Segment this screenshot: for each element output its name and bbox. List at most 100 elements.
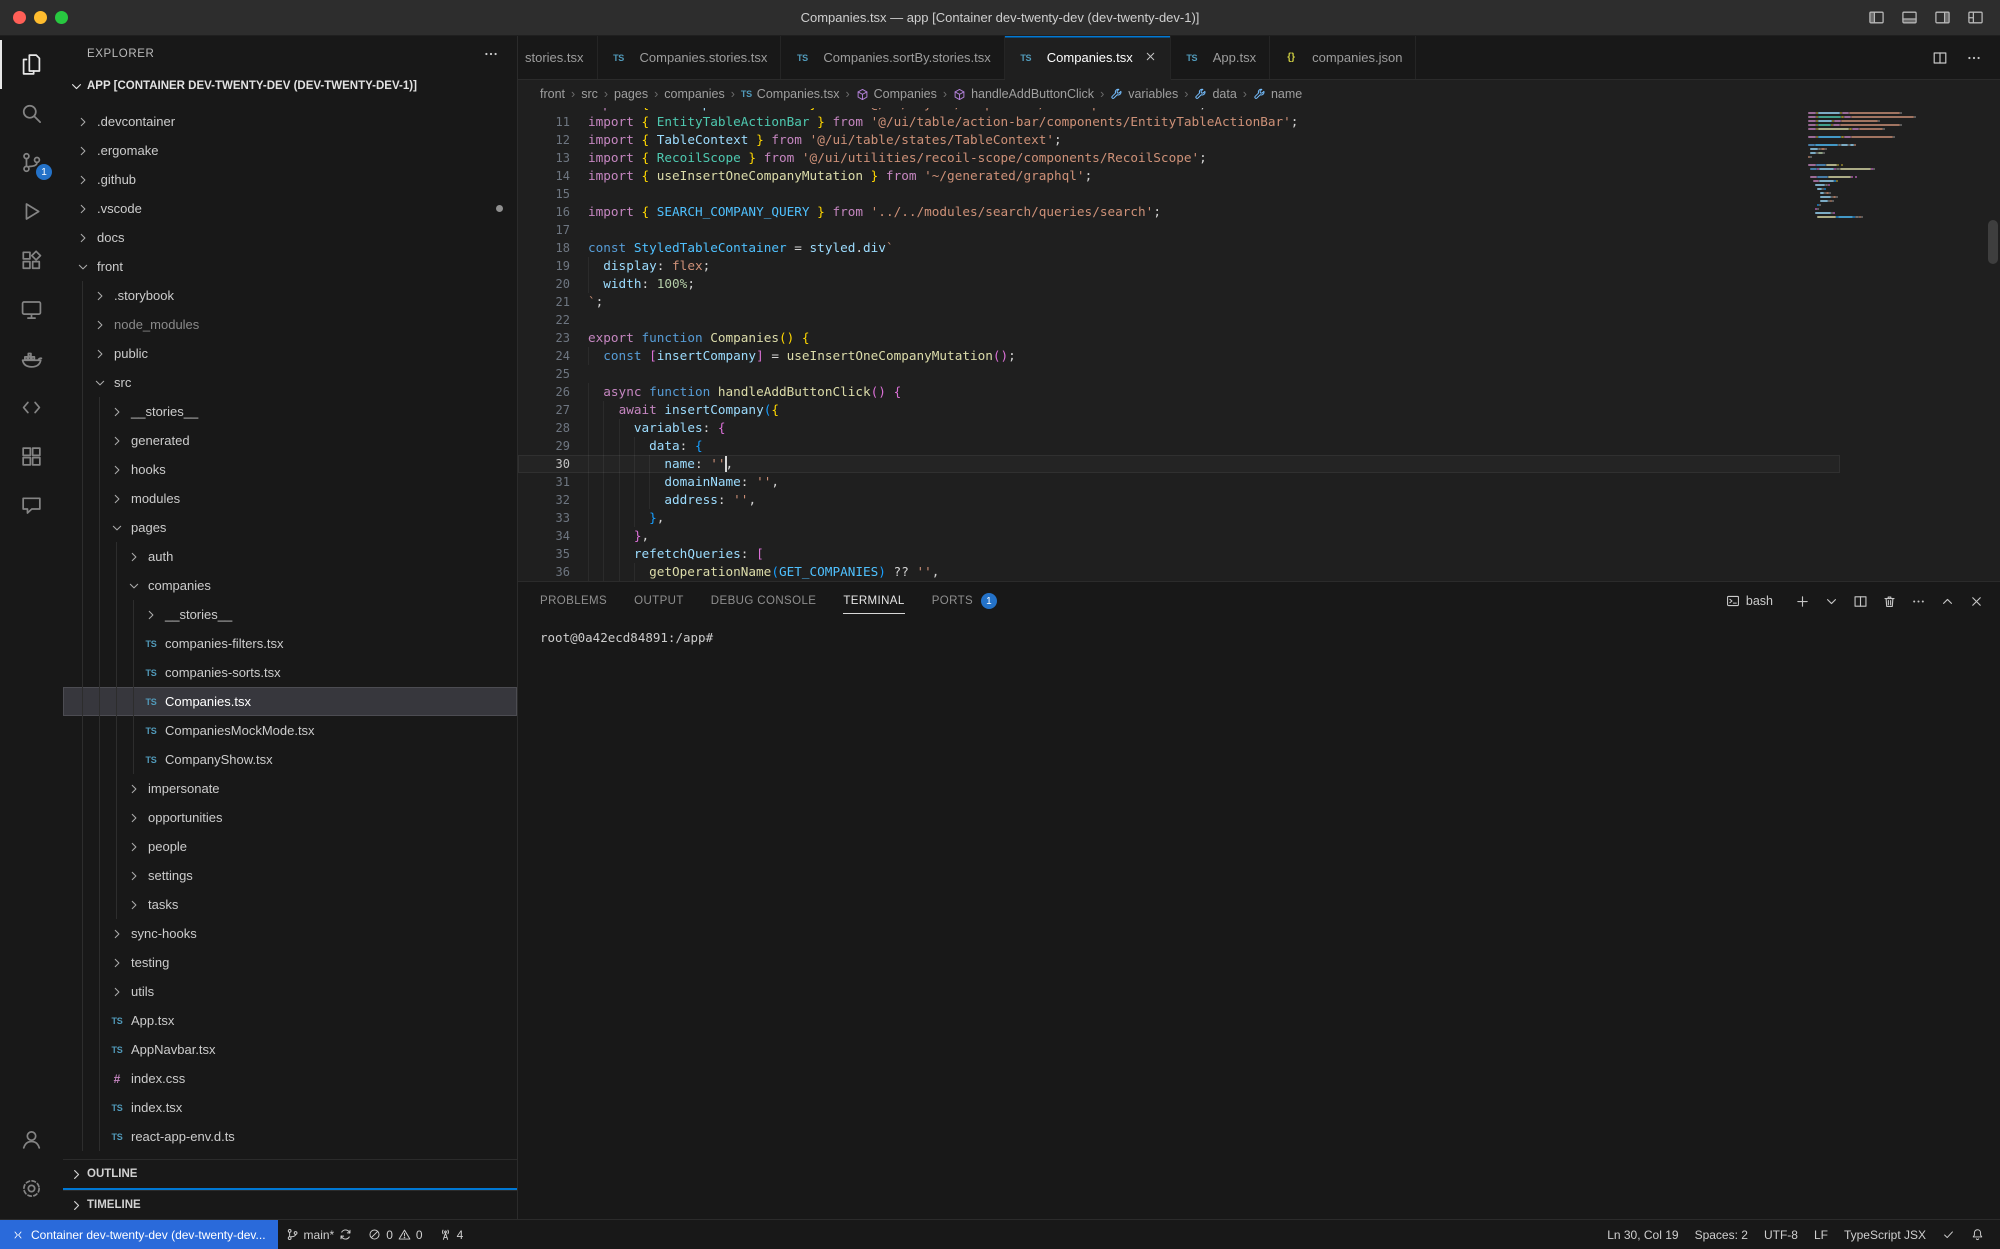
activity-source-control[interactable]: 1: [0, 138, 63, 187]
tree-item-.vscode[interactable]: .vscode: [63, 194, 517, 223]
code-line-17[interactable]: 17: [518, 221, 1840, 239]
code-line-15[interactable]: 15: [518, 185, 1840, 203]
breadcrumb-pages[interactable]: pages: [614, 87, 648, 101]
breadcrumb-name[interactable]: name: [1253, 87, 1302, 101]
code-line-25[interactable]: 25: [518, 365, 1840, 383]
code-line-22[interactable]: 22: [518, 311, 1840, 329]
activity-settings[interactable]: [0, 1164, 63, 1213]
tree-item-front[interactable]: front: [63, 252, 517, 281]
tree-item-companies-filters.tsx[interactable]: TScompanies-filters.tsx: [63, 629, 517, 658]
tree-item-companies-sorts.tsx[interactable]: TScompanies-sorts.tsx: [63, 658, 517, 687]
tab-App.tsx[interactable]: TSApp.tsx: [1171, 36, 1270, 79]
status-eol[interactable]: LF: [1806, 1220, 1836, 1249]
more-editor-actions-button[interactable]: [1966, 50, 1982, 66]
code-line-11[interactable]: 11import { EntityTableActionBar } from '…: [518, 113, 1840, 131]
tree-item-AppNavbar.tsx[interactable]: TSAppNavbar.tsx: [63, 1035, 517, 1064]
breadcrumb-companies[interactable]: companies: [664, 87, 724, 101]
tab-companies.json[interactable]: {}companies.json: [1270, 36, 1416, 79]
tree-item-react-app-env.d.ts[interactable]: TSreact-app-env.d.ts: [63, 1122, 517, 1151]
terminal-profile-dropdown-button[interactable]: [1824, 594, 1839, 609]
tree-item-index.css[interactable]: #index.css: [63, 1064, 517, 1093]
activity-comments[interactable]: [0, 481, 63, 530]
activity-kubernetes[interactable]: [0, 432, 63, 481]
tree-item-testing[interactable]: testing: [63, 948, 517, 977]
activity-explorer[interactable]: [0, 40, 63, 89]
breadcrumb-Companies[interactable]: Companies: [856, 87, 937, 101]
code-line-27[interactable]: 27 await insertCompany({: [518, 401, 1840, 419]
panel-tab-PROBLEMS[interactable]: PROBLEMS: [540, 582, 607, 620]
tree-item-.storybook[interactable]: .storybook: [63, 281, 517, 310]
explorer-section-header[interactable]: APP [CONTAINER DEV-TWENTY-DEV (DEV-TWENT…: [63, 71, 517, 101]
tree-item-utils[interactable]: utils: [63, 977, 517, 1006]
explorer-more-actions-button[interactable]: [483, 46, 499, 62]
breadcrumb-data[interactable]: data: [1194, 87, 1236, 101]
panel-tab-TERMINAL[interactable]: TERMINAL: [843, 582, 904, 620]
breadcrumb-front[interactable]: front: [540, 87, 565, 101]
code-line-21[interactable]: 21`;: [518, 293, 1840, 311]
tab-stories.tsx[interactable]: stories.tsx: [518, 36, 598, 79]
remote-indicator[interactable]: Container dev-twenty-dev (dev-twenty-dev…: [0, 1220, 278, 1249]
code-line-12[interactable]: 12import { TableContext } from '@/ui/tab…: [518, 131, 1840, 149]
close-icon[interactable]: [1144, 50, 1157, 66]
status-notifications[interactable]: [1963, 1220, 1992, 1249]
minimize-window-button[interactable]: [34, 11, 47, 24]
tree-item-hooks[interactable]: hooks: [63, 455, 517, 484]
kill-terminal-button[interactable]: [1882, 594, 1897, 609]
zoom-window-button[interactable]: [55, 11, 68, 24]
code-line-18[interactable]: 18const StyledTableContainer = styled.di…: [518, 239, 1840, 257]
timeline-section-header[interactable]: TIMELINE: [63, 1190, 517, 1219]
tree-item-docs[interactable]: docs: [63, 223, 517, 252]
code-area[interactable]: 10import { WithTopBarContainer } from '@…: [518, 108, 1840, 581]
panel-tab-OUTPUT[interactable]: OUTPUT: [634, 582, 684, 620]
tree-item-modules[interactable]: modules: [63, 484, 517, 513]
shell-selector[interactable]: bash: [1726, 594, 1773, 608]
tree-item-__stories__[interactable]: __stories__: [63, 600, 517, 629]
tree-item-.devcontainer[interactable]: .devcontainer: [63, 107, 517, 136]
activity-accounts[interactable]: [0, 1115, 63, 1164]
breadcrumb-variables[interactable]: variables: [1110, 87, 1178, 101]
activity-code-tools[interactable]: [0, 383, 63, 432]
status-encoding[interactable]: UTF-8: [1756, 1220, 1806, 1249]
tree-item-App.tsx[interactable]: TSApp.tsx: [63, 1006, 517, 1035]
customize-layout-button[interactable]: [1967, 9, 1984, 26]
status-problems[interactable]: 00: [360, 1220, 430, 1249]
tree-item-opportunities[interactable]: opportunities: [63, 803, 517, 832]
code-line-24[interactable]: 24 const [insertCompany] = useInsertOneC…: [518, 347, 1840, 365]
status-cursor-position[interactable]: Ln 30, Col 19: [1599, 1220, 1686, 1249]
activity-run-and-debug[interactable]: [0, 187, 63, 236]
code-line-26[interactable]: 26 async function handleAddButtonClick()…: [518, 383, 1840, 401]
close-panel-button[interactable]: [1969, 594, 1984, 609]
tree-item-pages[interactable]: pages: [63, 513, 517, 542]
panel-tab-DEBUG CONSOLE[interactable]: DEBUG CONSOLE: [711, 582, 817, 620]
breadcrumb-handleAddButtonClick[interactable]: handleAddButtonClick: [953, 87, 1094, 101]
activity-remote-explorer[interactable]: [0, 285, 63, 334]
maximize-panel-button[interactable]: [1940, 594, 1955, 609]
toggle-primary-sidebar-button[interactable]: [1868, 9, 1885, 26]
status-formatter[interactable]: [1934, 1220, 1963, 1249]
tab-Companies.stories.tsx[interactable]: TSCompanies.stories.tsx: [598, 36, 782, 79]
tree-item-__stories__[interactable]: __stories__: [63, 397, 517, 426]
tree-item-.github[interactable]: .github: [63, 165, 517, 194]
tab-Companies.sortBy.stories.tsx[interactable]: TSCompanies.sortBy.stories.tsx: [781, 36, 1004, 79]
tree-item-generated[interactable]: generated: [63, 426, 517, 455]
tree-item-impersonate[interactable]: impersonate: [63, 774, 517, 803]
code-line-19[interactable]: 19 display: flex;: [518, 257, 1840, 275]
tree-item-tasks[interactable]: tasks: [63, 890, 517, 919]
minimap[interactable]: [1808, 111, 1928, 219]
code-line-13[interactable]: 13import { RecoilScope } from '@/ui/util…: [518, 149, 1840, 167]
close-window-button[interactable]: [13, 11, 26, 24]
code-line-16[interactable]: 16import { SEARCH_COMPANY_QUERY } from '…: [518, 203, 1840, 221]
new-terminal-button[interactable]: [1795, 594, 1810, 609]
activity-extensions[interactable]: [0, 236, 63, 285]
status-git-branch[interactable]: main*: [278, 1220, 361, 1249]
outline-section-header[interactable]: OUTLINE: [63, 1159, 517, 1188]
editor-scrollbar[interactable]: [1988, 220, 1998, 264]
breadcrumb-src[interactable]: src: [581, 87, 598, 101]
more-panel-actions-button[interactable]: [1911, 594, 1926, 609]
status-indentation[interactable]: Spaces: 2: [1687, 1220, 1756, 1249]
tree-item-settings[interactable]: settings: [63, 861, 517, 890]
code-line-23[interactable]: 23export function Companies() {: [518, 329, 1840, 347]
tree-item-.ergomake[interactable]: .ergomake: [63, 136, 517, 165]
code-line-32[interactable]: 32 address: '',: [518, 491, 1840, 509]
code-line-31[interactable]: 31 domainName: '',: [518, 473, 1840, 491]
